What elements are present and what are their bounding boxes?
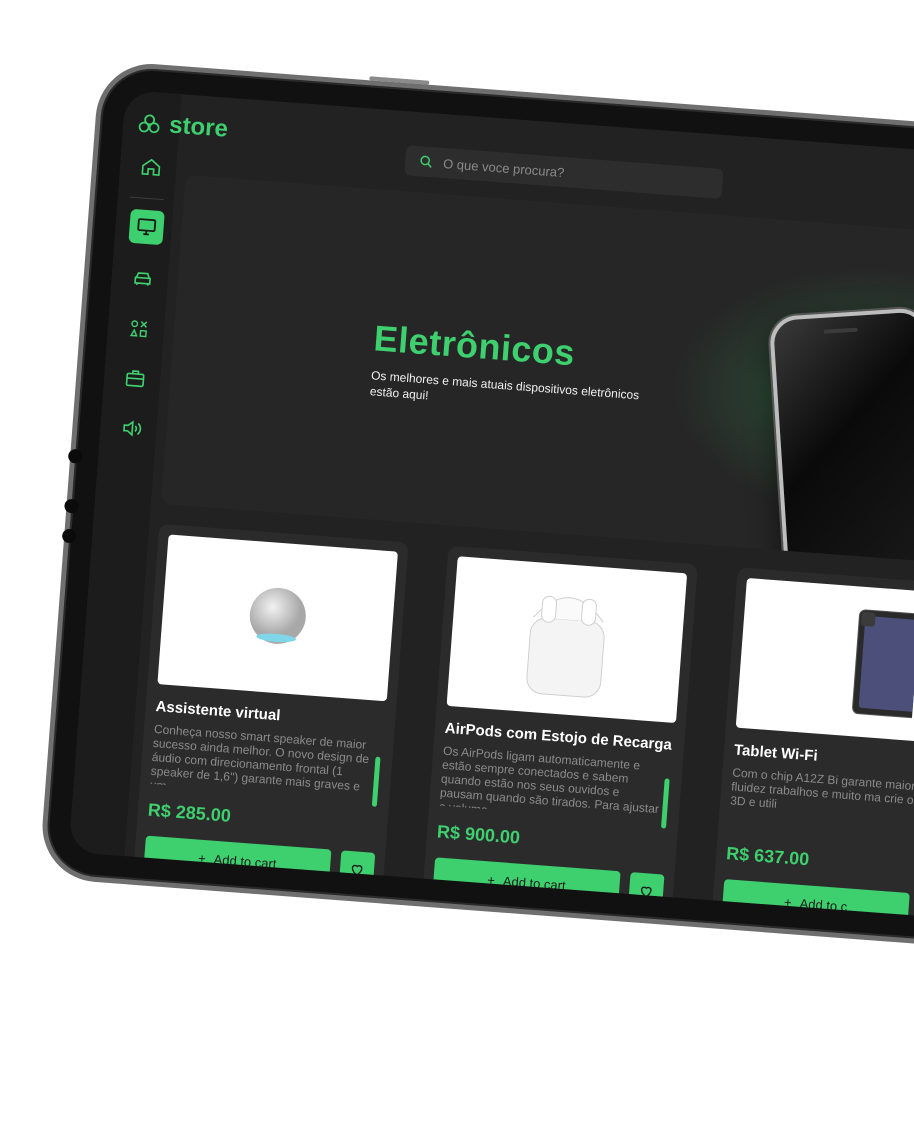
product-price: R$ 900.00 [436,821,521,848]
product-price: R$ 637.00 [725,843,810,870]
sidebar-item-home[interactable] [133,149,169,185]
product-card: AirPods com Estojo de Recarga Os AirPods… [420,545,698,923]
sidebar-item-office[interactable] [117,360,153,396]
sidebar-item-vehicles[interactable] [124,261,160,297]
search-icon [420,155,432,168]
product-image[interactable] [157,534,398,702]
search-bar[interactable]: O que voce procura? [404,145,724,199]
search-input[interactable]: O que voce procura? [443,156,565,180]
sidebar-item-audio[interactable] [113,410,149,446]
home-icon [141,158,161,176]
hero-title: Eletrônicos [372,317,577,374]
tablet-device: store O que voce procura? Eletrônicos Os… [38,60,914,953]
tablet-image [852,609,914,719]
product-title: Tablet Wi-Fi [733,741,819,765]
speaker-icon [123,420,142,437]
sidebar-divider [129,196,164,201]
monitor-icon [137,218,157,236]
phone-speaker [823,327,858,334]
sidebar-item-electronics[interactable] [128,208,165,246]
shapes-icon [129,320,148,338]
hero-banner: Eletrônicos Os melhores e mais atuais di… [160,174,914,569]
sidebar-item-games[interactable] [121,310,157,346]
product-description: Conheça nosso smart speaker de maior suc… [149,721,370,794]
briefcase-icon [125,370,145,388]
car-icon [134,272,151,286]
airpods-image [526,595,605,698]
smart-speaker-image [249,587,306,644]
product-description: Com o chip A12Z Bi garante maior fluidez… [729,765,914,811]
brand-logo[interactable]: store [136,109,229,144]
hero-subtitle: Os melhores e mais atuais dispositivos e… [369,368,640,403]
brand-name: store [168,111,229,143]
smartphone-image [768,307,914,569]
product-image[interactable] [735,577,914,745]
product-image[interactable] [446,556,688,724]
product-title: Assistente virtual [155,698,282,725]
description-scrollbar[interactable] [371,756,381,807]
product-price: R$ 285.00 [147,799,232,826]
logo-icon [138,114,160,134]
product-card: Tablet Wi-Fi Com o chip A12Z Bi garante … [709,567,914,923]
app-screen: store O que voce procura? Eletrônicos Os… [68,90,914,923]
product-description: Os AirPods ligam automaticamente e estão… [439,743,660,818]
description-scrollbar[interactable] [660,778,670,829]
